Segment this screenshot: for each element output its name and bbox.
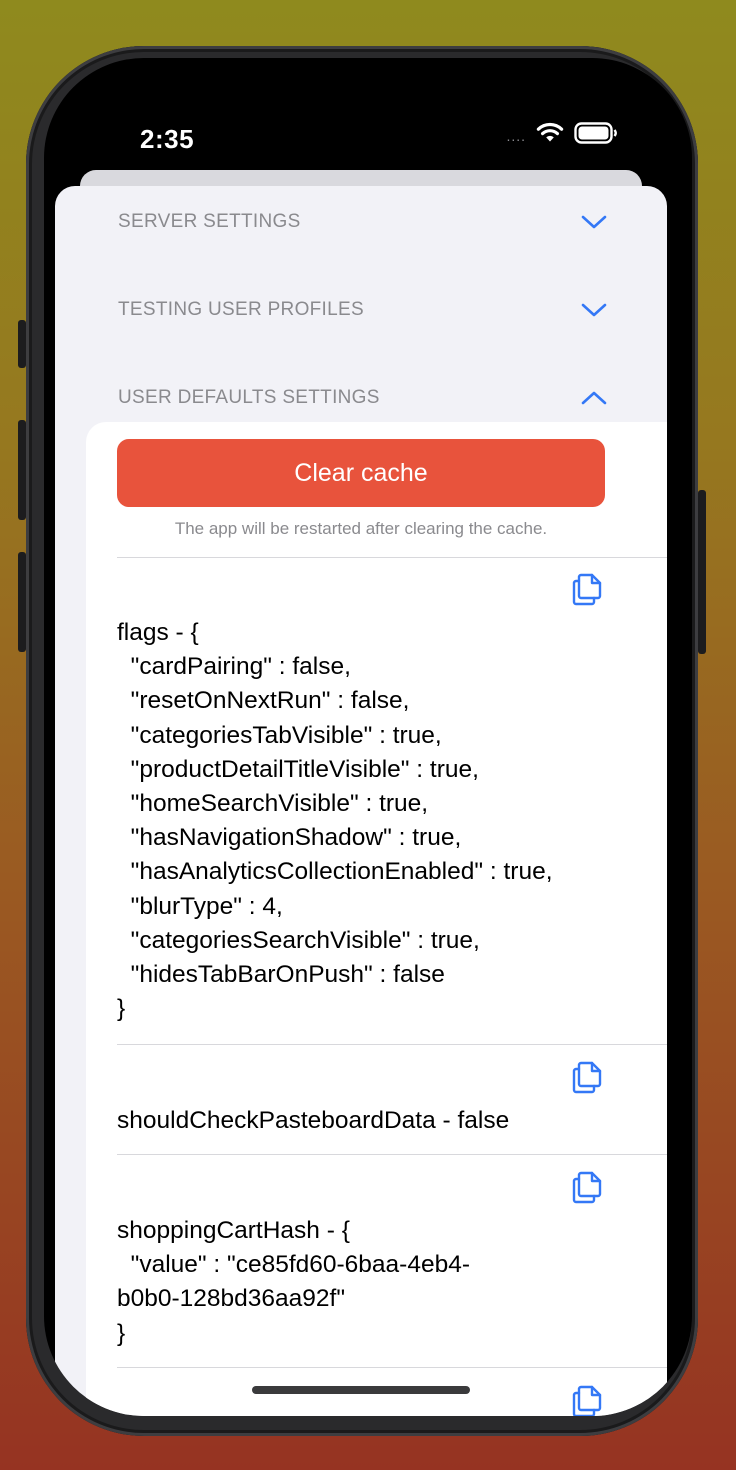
wifi-icon — [536, 122, 564, 142]
clear-cache-button[interactable]: Clear cache — [117, 439, 605, 507]
silent-switch — [18, 320, 26, 368]
copy-icon[interactable] — [571, 1170, 605, 1204]
copy-icon[interactable] — [571, 572, 605, 606]
section-testing-user-profiles[interactable]: TESTING USER PROFILES — [118, 290, 608, 330]
copy-icon[interactable] — [571, 1060, 605, 1094]
status-time: 2:35 — [140, 124, 195, 154]
status-icons: .... — [506, 122, 618, 144]
section-user-defaults-settings[interactable]: USER DEFAULTS SETTINGS — [118, 378, 608, 418]
copy-icon[interactable] — [571, 1384, 605, 1416]
section-title: USER DEFAULTS SETTINGS — [118, 387, 380, 408]
entry-shopping-cart-hash: shoppingCartHash - { "value" : "ce85fd60… — [117, 1217, 471, 1347]
divider — [117, 1044, 667, 1045]
divider — [117, 1367, 667, 1368]
phone-screen: 2:35 .... SERVER SETTINGS TESTING USER P… — [44, 58, 692, 1416]
chevron-down-icon[interactable] — [580, 300, 608, 320]
power-button — [698, 490, 706, 654]
divider — [117, 1154, 667, 1155]
entry-should-check-pasteboard: shouldCheckPasteboardData - false — [117, 1107, 510, 1134]
home-indicator[interactable] — [252, 1386, 470, 1394]
chevron-down-icon[interactable] — [580, 212, 608, 232]
user-defaults-card: Clear cache The app will be restarted af… — [86, 422, 667, 1416]
volume-down-button — [18, 552, 26, 652]
chevron-up-icon[interactable] — [580, 388, 608, 408]
section-title: SERVER SETTINGS — [118, 211, 301, 232]
battery-icon — [574, 122, 617, 144]
section-title: TESTING USER PROFILES — [118, 299, 364, 320]
clear-cache-note: The app will be restarted after clearing… — [174, 519, 548, 538]
entry-flags: flags - { "cardPairing" : false, "resetO… — [117, 619, 553, 1023]
settings-sheet[interactable]: SERVER SETTINGS TESTING USER PROFILES US… — [55, 186, 667, 1416]
divider — [117, 557, 667, 558]
volume-up-button — [18, 420, 26, 520]
signal-dots: .... — [506, 128, 526, 144]
section-server-settings[interactable]: SERVER SETTINGS — [118, 202, 608, 242]
